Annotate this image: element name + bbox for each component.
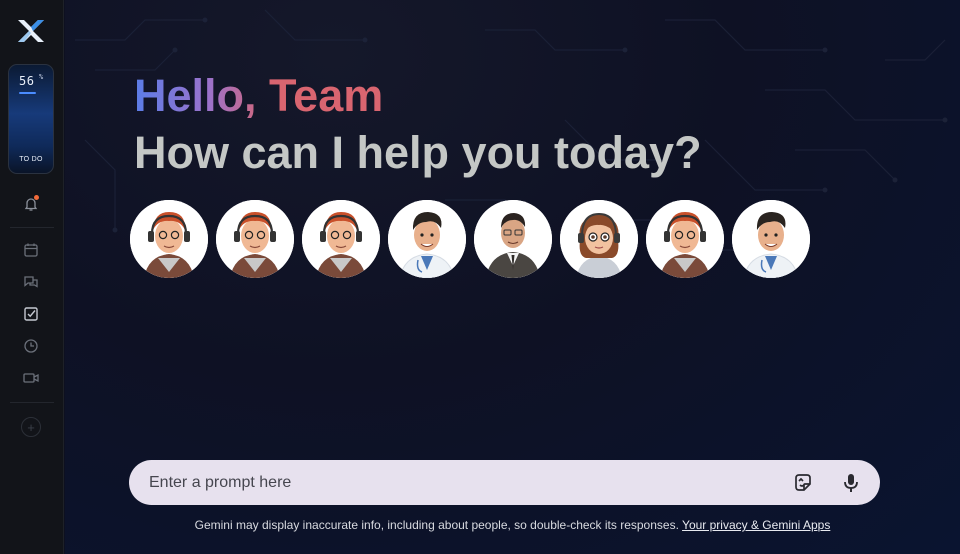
clock-icon[interactable] <box>21 336 41 356</box>
avatar-redhead-headset-3[interactable] <box>302 200 380 278</box>
plus-icon: + <box>27 419 35 435</box>
todo-label: TO DO <box>19 156 43 163</box>
greeting-heading: Hello, Team <box>134 70 384 121</box>
add-button[interactable]: + <box>21 417 41 437</box>
prompt-bar <box>129 460 880 505</box>
avatar-doctor-2[interactable] <box>732 200 810 278</box>
calendar-icon[interactable] <box>21 240 41 260</box>
avatar-redhead-headset-2[interactable] <box>216 200 294 278</box>
app-logo-icon[interactable] <box>14 14 48 48</box>
image-upload-icon[interactable] <box>790 470 816 496</box>
todo-progress-widget[interactable]: 56 % TO DO <box>8 64 54 174</box>
privacy-link[interactable]: Your privacy & Gemini Apps <box>682 518 830 532</box>
todo-progress-unit: % <box>39 73 44 81</box>
avatar-redhead-headset-4[interactable] <box>646 200 724 278</box>
todo-progress-value: 56 <box>19 74 35 88</box>
bell-icon[interactable] <box>21 194 41 214</box>
microphone-icon[interactable] <box>838 470 864 496</box>
disclaimer: Gemini may display inaccurate info, incl… <box>65 518 960 532</box>
sidebar-divider <box>10 402 54 403</box>
main-panel: Hello, Team How can I help you today? En… <box>65 0 960 554</box>
disclaimer-text: Gemini may display inaccurate info, incl… <box>194 518 679 532</box>
help-subheading: How can I help you today? <box>134 127 702 178</box>
avatar-businessman[interactable] <box>474 200 552 278</box>
sidebar-divider <box>10 227 54 228</box>
chat-icon[interactable] <box>21 272 41 292</box>
checkbox-icon[interactable] <box>21 304 41 324</box>
video-icon[interactable] <box>21 368 41 388</box>
prompt-input[interactable] <box>149 460 769 505</box>
sidebar: 56 % TO DO + <box>0 0 64 554</box>
avatar-woman-headset[interactable] <box>560 200 638 278</box>
todo-progress-bar <box>19 92 36 94</box>
avatar-doctor-1[interactable] <box>388 200 466 278</box>
notification-dot <box>34 195 39 200</box>
avatar-redhead-headset-1[interactable] <box>130 200 208 278</box>
